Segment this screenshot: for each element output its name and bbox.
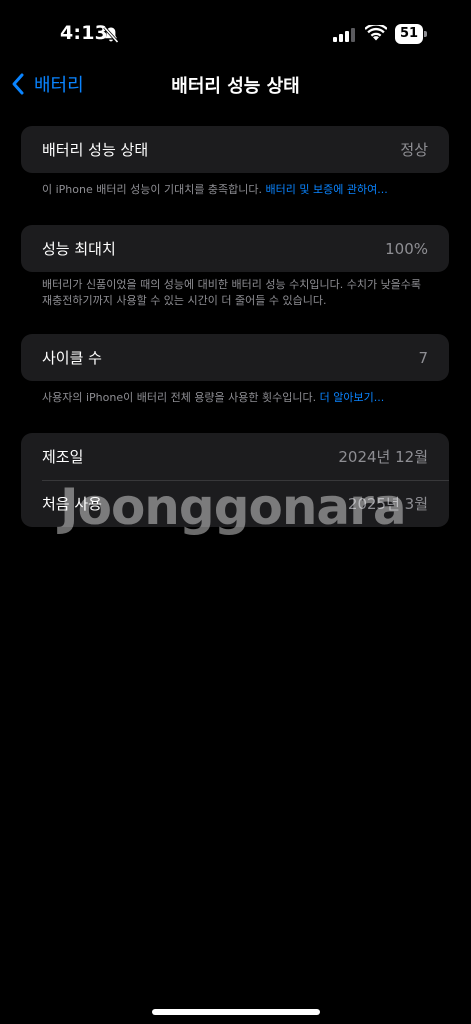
manufacture-date-label: 제조일 — [42, 448, 84, 466]
cycle-count-label: 사이클 수 — [42, 349, 102, 367]
battery-health-footnote-text: 이 iPhone 배터리 성능이 기대치를 충족합니다. — [42, 183, 266, 196]
status-time: 4:13 — [60, 22, 109, 44]
manufacture-date-row: 제조일 2024년 12월 — [21, 433, 449, 480]
battery-health-group: 배터리 성능 상태 정상 — [21, 126, 449, 173]
battery-cap — [424, 31, 427, 37]
max-capacity-group: 성능 최대치 100% — [21, 225, 449, 272]
cycle-count-value: 7 — [418, 348, 428, 367]
dates-group: 제조일 2024년 12월 처음 사용 2025년 3월 — [21, 433, 449, 527]
wifi-icon — [365, 25, 387, 41]
first-use-row: 처음 사용 2025년 3월 — [21, 480, 449, 527]
max-capacity-footnote: 배터리가 신품이었을 때의 성능에 대비한 배터리 성능 수치입니다. 수치가 … — [42, 278, 422, 307]
battery-level: 51 — [399, 26, 419, 41]
first-use-label: 처음 사용 — [42, 495, 102, 513]
battery-warranty-link[interactable]: 배터리 및 보증에 관하여... — [266, 183, 388, 196]
page-title: 배터리 성능 상태 — [171, 76, 300, 97]
cycle-count-row: 사이클 수 7 — [21, 334, 449, 381]
manufacture-date-value: 2024년 12월 — [338, 448, 428, 466]
status-bar: 4:13 51 — [0, 0, 471, 68]
cycle-count-footnote-text: 사용자의 iPhone이 배터리 전체 용량을 사용한 횟수입니다. — [42, 391, 320, 404]
screen: 4:13 51 배터리 배터리 성능 상태 배터리 성능 상태 정상 이 iPh… — [0, 0, 471, 1024]
battery-health-value: 정상 — [400, 141, 428, 159]
first-use-value: 2025년 3월 — [347, 495, 428, 513]
bell-slash-icon — [103, 26, 119, 44]
learn-more-link[interactable]: 더 알아보기... — [320, 391, 385, 404]
signal-icon — [333, 28, 355, 42]
max-capacity-value: 100% — [385, 239, 428, 258]
battery-health-footnote: 이 iPhone 배터리 성능이 기대치를 충족합니다. 배터리 및 보증에 관… — [42, 182, 434, 198]
max-capacity-row: 성능 최대치 100% — [21, 225, 449, 272]
battery-icon: 51 — [395, 24, 428, 44]
battery-health-row: 배터리 성능 상태 정상 — [21, 126, 449, 173]
cycle-count-group: 사이클 수 7 — [21, 334, 449, 381]
battery-health-label: 배터리 성능 상태 — [42, 141, 149, 159]
cycle-count-footnote: 사용자의 iPhone이 배터리 전체 용량을 사용한 횟수입니다. 더 알아보… — [42, 390, 434, 406]
home-indicator[interactable] — [152, 1009, 320, 1015]
navigation-bar: 배터리 배터리 성능 상태 — [0, 62, 471, 106]
max-capacity-label: 성능 최대치 — [42, 240, 116, 258]
